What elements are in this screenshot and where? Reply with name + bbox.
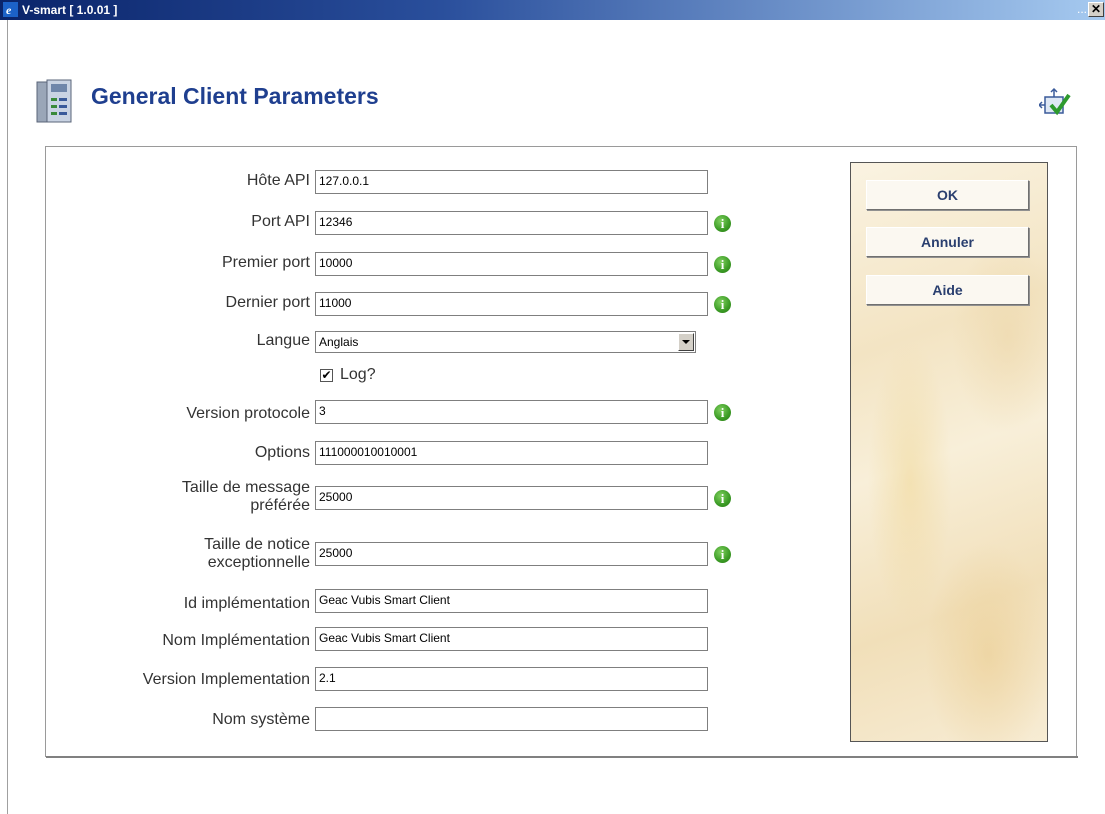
ok-button[interactable]: OK (866, 180, 1029, 210)
overflow-dots: ... (1076, 2, 1087, 16)
info-icon[interactable]: i (714, 296, 731, 313)
title-bar: e V-smart [ 1.0.01 ] ... ✕ (0, 0, 1105, 20)
host-input[interactable]: 127.0.0.1 (315, 170, 708, 194)
page-title: General Client Parameters (91, 83, 379, 109)
system-name-input[interactable] (315, 707, 708, 731)
protocol-input[interactable]: 3 (315, 400, 708, 424)
options-input[interactable]: 111000010010001 (315, 441, 708, 465)
last-port-label: Dernier port (225, 294, 310, 311)
language-label: Langue (256, 332, 310, 349)
message-size-label-line1: Taille de message (181, 479, 310, 496)
message-size-label: Taille de message préférée (182, 479, 310, 515)
system-name-label: Nom système (212, 711, 310, 728)
info-icon[interactable]: i (714, 215, 731, 232)
checkmark-settings-icon[interactable] (1039, 87, 1071, 119)
port-label: Port API (251, 213, 310, 230)
info-icon[interactable]: i (714, 404, 731, 421)
record-size-label-line1: Taille de notice (204, 536, 310, 553)
message-size-input[interactable]: 25000 (315, 486, 708, 510)
language-selected-value: Anglais (319, 335, 359, 349)
impl-version-input[interactable]: 2.1 (315, 667, 708, 691)
chevron-down-icon[interactable] (678, 333, 694, 351)
host-label: Hôte API (246, 172, 310, 189)
first-port-label: Premier port (221, 254, 310, 271)
info-icon[interactable]: i (714, 256, 731, 273)
protocol-label: Version protocole (186, 405, 310, 422)
parameters-icon (36, 79, 72, 123)
record-size-label-line2: exceptionnelle (207, 554, 310, 571)
help-button[interactable]: Aide (866, 275, 1029, 305)
impl-id-input[interactable]: Geac Vubis Smart Client (315, 589, 708, 613)
impl-version-label: Version Implementation (142, 671, 310, 688)
log-label: Log? (340, 366, 376, 383)
message-size-label-line2: préférée (250, 497, 310, 514)
window-left-edge (7, 20, 8, 814)
app-icon: e (3, 2, 18, 17)
svg-text:e: e (6, 3, 12, 17)
first-port-input[interactable]: 10000 (315, 252, 708, 276)
window-title: V-smart [ 1.0.01 ] (22, 3, 118, 17)
port-input[interactable]: 12346 (315, 211, 708, 235)
info-icon[interactable]: i (714, 546, 731, 563)
options-label: Options (254, 444, 310, 461)
info-icon[interactable]: i (714, 490, 731, 507)
last-port-input[interactable]: 11000 (315, 292, 708, 316)
impl-id-label: Id implémentation (183, 595, 310, 612)
close-button[interactable]: ✕ (1088, 2, 1104, 17)
impl-name-label: Nom Implémentation (162, 632, 310, 649)
cancel-button[interactable]: Annuler (866, 227, 1029, 257)
impl-name-input[interactable]: Geac Vubis Smart Client (315, 627, 708, 651)
log-checkbox[interactable]: ✔ (320, 369, 333, 382)
record-size-label: Taille de notice exceptionnelle (204, 536, 310, 572)
language-select[interactable]: Anglais (315, 331, 696, 353)
panel-shadow (46, 756, 1078, 758)
record-size-input[interactable]: 25000 (315, 542, 708, 566)
